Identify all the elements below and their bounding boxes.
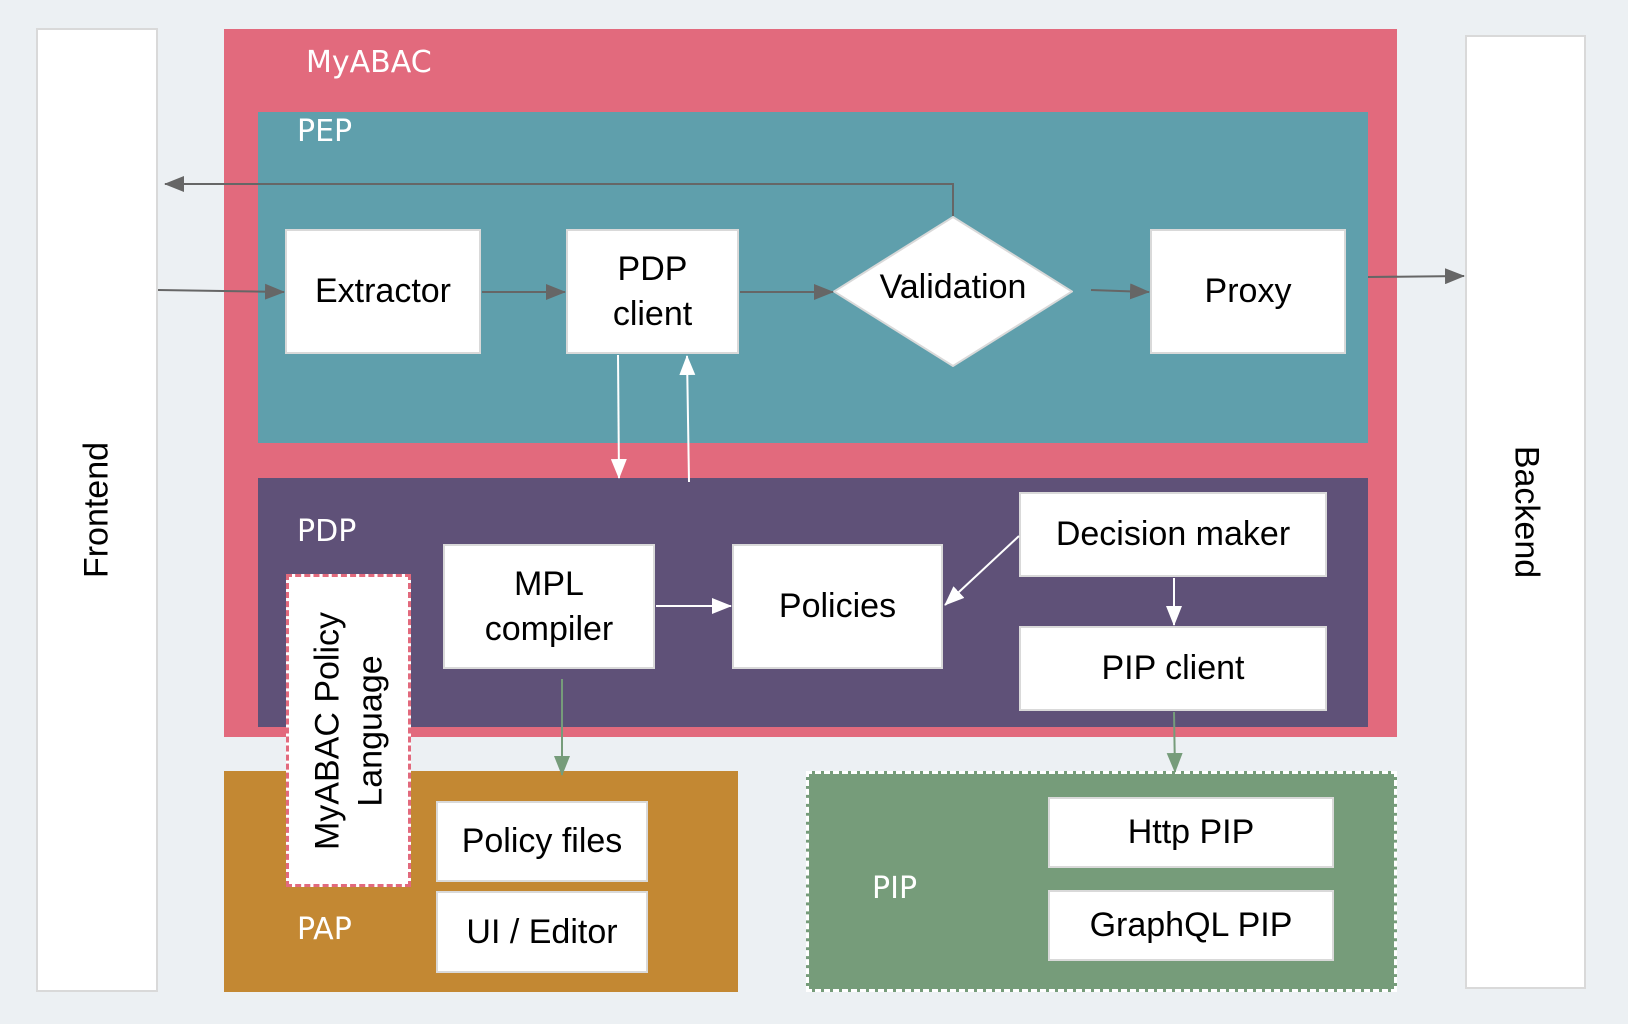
frontend-label: Frontend (77, 441, 116, 579)
backend-label: Backend (1507, 445, 1545, 579)
http-pip-label: Http PIP (1127, 813, 1255, 852)
http-pip-box: Http PIP (1048, 797, 1334, 868)
decision-maker-label: Decision maker (1055, 515, 1291, 554)
policy-language-box: MyABAC Policy Language (286, 574, 411, 887)
pip-client-label: PIP client (1101, 649, 1245, 688)
policy-language-label: MyABAC Policy Language (306, 611, 391, 849)
pep-label: PEP (297, 114, 353, 149)
pdp-label: PDP (297, 514, 357, 549)
frontend-box: Frontend (36, 28, 158, 992)
decision-maker-box: Decision maker (1019, 492, 1327, 577)
pap-label: PAP (297, 912, 352, 947)
ui-editor-label: UI / Editor (466, 912, 618, 951)
proxy-box: Proxy (1150, 229, 1346, 354)
pdp-client-label-line2: client (612, 294, 693, 333)
graphql-pip-box: GraphQL PIP (1048, 890, 1334, 961)
graphql-pip-label: GraphQL PIP (1089, 906, 1293, 945)
pip-client-box: PIP client (1019, 626, 1327, 711)
mpl-compiler-label-line1: MPL (514, 565, 584, 604)
pip-label: PIP (872, 871, 918, 906)
backend-box: Backend (1465, 35, 1586, 989)
policies-label: Policies (778, 587, 897, 626)
pdp-client-box: PDP client (566, 229, 739, 354)
validation-label: Validation (879, 268, 1027, 306)
policy-language-label-line2: Language (350, 654, 389, 807)
mpl-compiler-box: MPL compiler (443, 544, 655, 669)
pdp-client-label-line1: PDP (617, 250, 688, 289)
extractor-label: Extractor (314, 272, 452, 311)
proxy-label: Proxy (1204, 272, 1292, 311)
policies-box: Policies (732, 544, 943, 669)
policy-files-box: Policy files (436, 801, 648, 882)
mpl-compiler-label-line2: compiler (484, 609, 614, 648)
validation-diamond: Validation (832, 215, 1074, 368)
myabac-label: MyABAC (306, 45, 432, 80)
policy-files-label: Policy files (461, 822, 623, 861)
ui-editor-box: UI / Editor (436, 891, 648, 973)
extractor-box: Extractor (285, 229, 481, 354)
policy-language-label-line1: MyABAC Policy (308, 611, 346, 850)
